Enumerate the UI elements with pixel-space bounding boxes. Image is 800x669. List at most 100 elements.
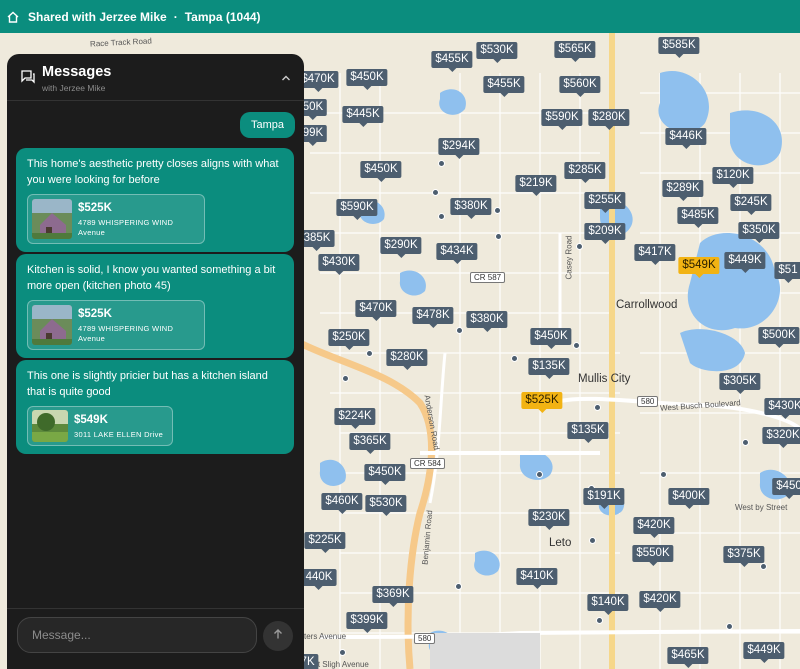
listing-dot[interactable] [536,471,543,478]
listing-dot[interactable] [726,623,733,630]
price-pin[interactable]: $140K [587,594,629,615]
price-pin[interactable]: $485K [677,207,719,228]
listing-dot[interactable] [366,350,373,357]
listing-card[interactable]: $549K 3011 LAKE ELLEN Drive [27,406,173,446]
listing-card[interactable]: $525K 4789 WHISPERING WIND Avenue [27,300,205,350]
price-pin[interactable]: $135K [567,422,609,443]
price-pin[interactable]: $365K [349,433,391,454]
price-pin[interactable]: $399K [346,612,388,633]
listing-address-suffix: Avenue [78,334,106,343]
price-pin[interactable]: $560K [559,76,601,97]
listing-dot[interactable] [456,327,463,334]
price-pin[interactable]: $219K [515,175,557,196]
home-icon[interactable] [6,10,20,24]
price-pin[interactable]: $430K [764,398,800,419]
price-pin[interactable]: $455K [431,51,473,72]
listing-dot[interactable] [494,207,501,214]
price-pin-highlighted[interactable]: $525K [521,392,563,413]
chevron-up-icon[interactable] [280,71,292,83]
price-pin[interactable]: $478K [412,307,454,328]
listing-dot[interactable] [573,342,580,349]
price-pin[interactable]: $250K [328,329,370,350]
price-pin[interactable]: $294K [438,138,480,159]
price-pin[interactable]: $465K [667,647,709,668]
price-pin[interactable]: $305K [719,373,761,394]
price-pin[interactable]: $450K [346,69,388,90]
price-pin[interactable]: $450K [360,161,402,182]
listing-dot[interactable] [596,617,603,624]
listing-dot[interactable] [742,439,749,446]
listing-dot[interactable] [594,404,601,411]
price-pin[interactable]: $120K [712,167,754,188]
price-pin[interactable]: $450 [772,478,800,499]
arrow-up-icon [272,627,284,645]
listing-dot[interactable] [339,649,346,656]
price-pin[interactable]: $460K [321,493,363,514]
price-pin[interactable]: $590K [541,109,583,130]
price-pin[interactable]: $285K [564,162,606,183]
price-pin[interactable]: $224K [334,408,376,429]
price-pin[interactable]: $320K [762,427,800,448]
price-pin[interactable]: $470K [355,300,397,321]
price-pin[interactable]: $500K [758,327,800,348]
price-pin[interactable]: 440K [301,569,337,590]
price-pin[interactable]: $230K [528,509,570,530]
location-label[interactable]: Tampa (1044) [185,10,261,24]
listing-dot[interactable] [576,243,583,250]
price-pin[interactable]: $565K [554,41,596,62]
price-pin[interactable]: $430K [318,254,360,275]
price-pin[interactable]: $191K [583,488,625,509]
price-pin[interactable]: $280K [386,349,428,370]
listing-dot[interactable] [760,563,767,570]
price-pin-highlighted[interactable]: $549K [678,257,720,278]
price-pin[interactable]: $380K [450,198,492,219]
price-pin[interactable]: $550K [632,545,674,566]
price-pin[interactable]: $255K [584,192,626,213]
price-pin[interactable]: $530K [365,495,407,516]
price-pin[interactable]: $585K [658,37,700,58]
price-pin[interactable]: $369K [372,586,414,607]
price-pin[interactable]: $225K [304,532,346,553]
price-pin[interactable]: $450K [530,328,572,349]
price-pin[interactable]: $449K [743,642,785,663]
price-pin[interactable]: $417K [634,244,676,265]
price-pin[interactable]: $290K [380,237,422,258]
price-pin[interactable]: $530K [476,42,518,63]
listing-dot[interactable] [438,160,445,167]
listing-dot[interactable] [455,583,462,590]
price-pin[interactable]: $410K [516,568,558,589]
price-pin[interactable]: $445K [342,106,384,127]
price-pin[interactable]: $280K [588,109,630,130]
price-pin[interactable]: $350K [738,222,780,243]
listing-dot[interactable] [511,355,518,362]
price-pin[interactable]: $434K [436,243,478,264]
listing-dot[interactable] [438,213,445,220]
price-pin[interactable]: $420K [633,517,675,538]
listing-dot[interactable] [660,471,667,478]
listing-card[interactable]: $525K 4789 WHISPERING WIND Avenue [27,194,205,244]
message-input[interactable] [17,617,257,653]
listing-dot[interactable] [589,537,596,544]
price-pin[interactable]: $420K [639,591,681,612]
price-pin[interactable]: $450K [364,464,406,485]
listing-dot[interactable] [342,375,349,382]
price-pin[interactable]: $446K [665,128,707,149]
listing-dot[interactable] [495,233,502,240]
road-shield-580-b: 580 [414,633,436,644]
price-pin[interactable]: $400K [668,488,710,509]
incoming-message: This one is slightly pricier but has a k… [16,360,294,454]
price-pin[interactable]: $449K [724,252,766,273]
price-pin[interactable]: $380K [466,311,508,332]
price-pin[interactable]: $135K [528,358,570,379]
price-pin[interactable]: $209K [584,223,626,244]
price-pin[interactable]: $51 [774,262,800,283]
price-pin[interactable]: 385K [299,230,335,251]
price-pin[interactable]: $590K [336,199,378,220]
listing-dot[interactable] [432,189,439,196]
price-pin[interactable]: $289K [662,180,704,201]
price-pin[interactable]: $245K [730,194,772,215]
send-button[interactable] [263,621,293,651]
price-pin[interactable]: $375K [723,546,765,567]
price-pin[interactable]: $455K [483,76,525,97]
listing-photo [32,410,68,442]
